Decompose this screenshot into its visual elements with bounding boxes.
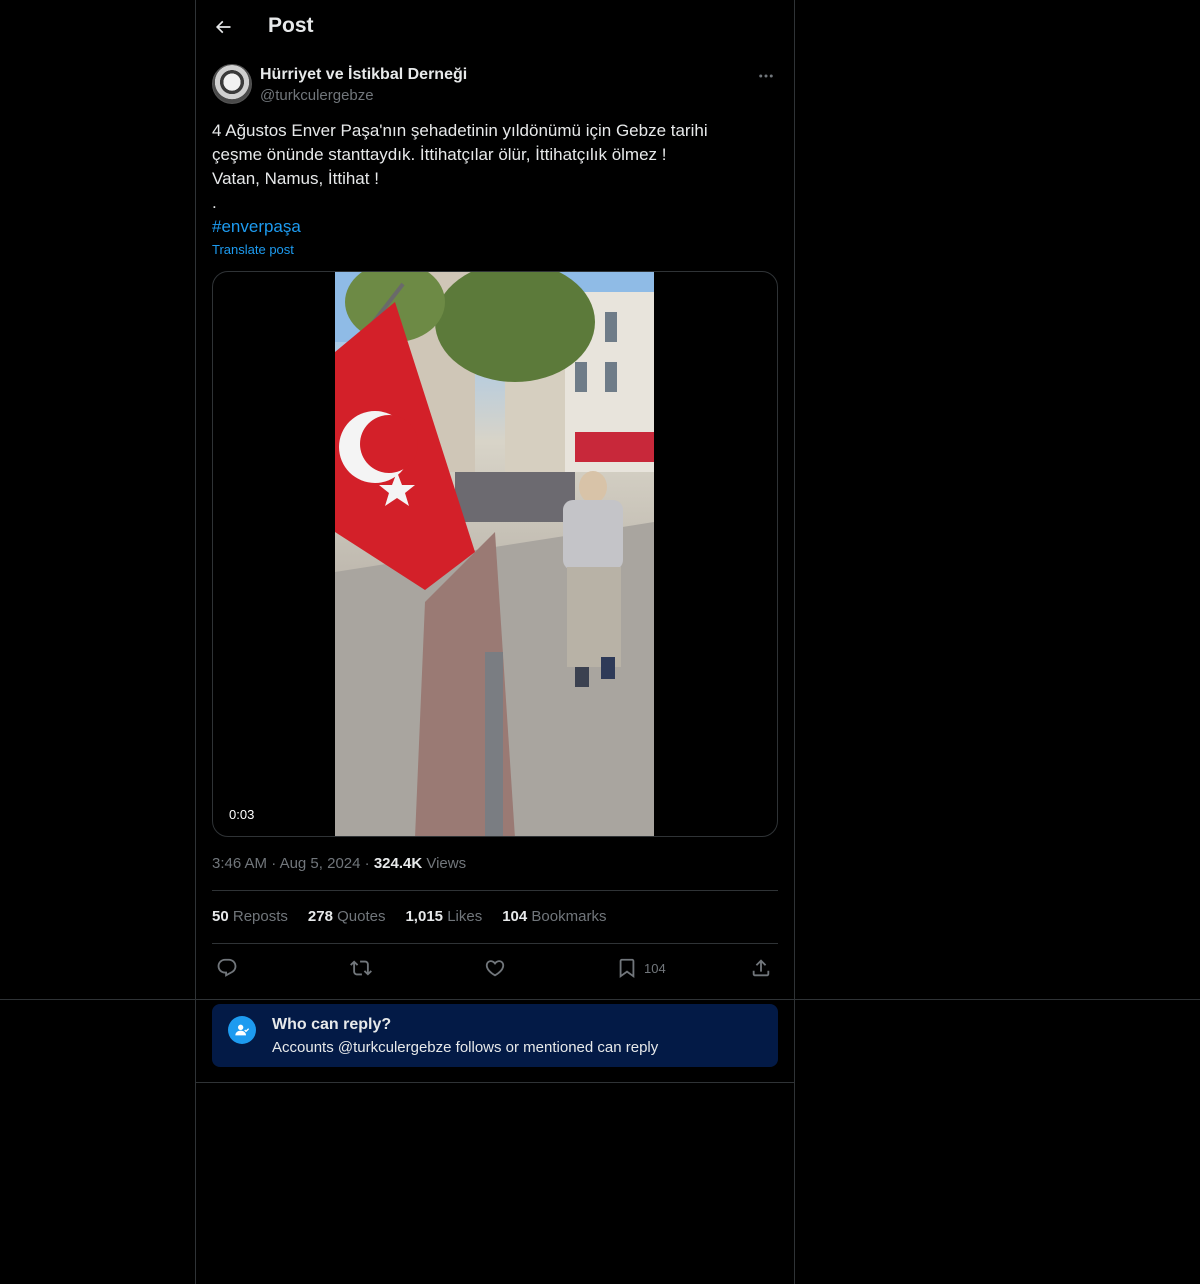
post-line: Vatan, Namus, İttihat ! [212, 169, 379, 188]
bookmarks-stat[interactable]: 104 Bookmarks [502, 908, 606, 925]
author-handle[interactable]: @turkculergebze [260, 87, 374, 104]
likes-count: 1,015 [405, 908, 444, 925]
avatar[interactable] [212, 64, 252, 104]
post-metadata: 3:46 AM · Aug 5, 2024 · 324.4K Views [212, 855, 466, 872]
reply-notice-title: Who can reply? [272, 1016, 392, 1033]
post-text: 4 Ağustos Enver Paşa'nın şehadetinin yıl… [212, 119, 778, 239]
post-line: . [212, 193, 217, 212]
separator-dot: · [271, 855, 277, 872]
post-date[interactable]: Aug 5, 2024 [280, 855, 361, 872]
post-time[interactable]: 3:46 AM [212, 855, 267, 872]
share-icon [752, 959, 770, 977]
likes-label: Likes [447, 908, 483, 925]
more-options-button[interactable] [754, 64, 778, 88]
reposts-count: 50 [212, 908, 229, 925]
views-count: 324.4K [373, 855, 423, 872]
post-line: 4 Ağustos Enver Paşa'nın şehadetinin yıl… [212, 121, 708, 140]
share-button[interactable] [750, 955, 772, 981]
page-title: Post [268, 14, 314, 37]
divider [196, 1082, 794, 1083]
bookmarks-count: 104 [502, 908, 528, 925]
reposts-label: Reposts [232, 908, 288, 925]
divider [212, 943, 778, 944]
more-horizontal-icon [759, 74, 773, 78]
engagement-stats: 50 Reposts 278 Quotes 1,015 Likes 104 Bo… [212, 908, 606, 925]
quotes-stat[interactable]: 278 Quotes [308, 908, 386, 925]
video-duration: 0:03 [225, 806, 259, 823]
divider [212, 890, 778, 891]
quotes-label: Quotes [337, 908, 386, 925]
video-thumbnail [335, 272, 654, 836]
reposts-stat[interactable]: 50 Reposts [212, 908, 288, 925]
translate-post-link[interactable]: Translate post [212, 242, 294, 257]
hashtag-link[interactable]: #enverpaşa [212, 217, 301, 236]
arrow-left-icon [215, 20, 231, 34]
likes-stat[interactable]: 1,015 Likes [405, 908, 482, 925]
action-bar: 104 [212, 955, 778, 981]
bookmark-icon [619, 958, 635, 979]
reply-restriction-notice: Who can reply? Accounts @turkculergebze … [212, 1004, 778, 1067]
post-author: Hürriyet ve İstikbal Derneği @turkculerg… [212, 64, 778, 108]
page-header: Post [196, 0, 794, 53]
separator-dot: · [364, 855, 370, 872]
post-line: çeşme önünde stanttaydık. İttihatçılar ö… [212, 145, 667, 164]
back-button[interactable] [206, 10, 240, 44]
heart-icon [485, 960, 505, 977]
quotes-count: 278 [307, 908, 333, 925]
video-player[interactable]: 0:03 [212, 271, 778, 837]
like-button[interactable] [484, 955, 506, 981]
reply-icon [217, 958, 237, 977]
bookmarks-label: Bookmarks [531, 908, 607, 925]
bookmark-button[interactable]: 104 [616, 955, 666, 981]
bookmark-count: 104 [644, 960, 666, 976]
user-check-icon [228, 1016, 256, 1044]
author-name[interactable]: Hürriyet ve İstikbal Derneği [260, 66, 467, 84]
reply-button[interactable] [216, 955, 238, 981]
video-frame [335, 272, 654, 836]
main-column: Post Hürriyet ve İstikbal Derneği @turkc… [195, 0, 795, 1284]
reply-notice-subtitle: Accounts @turkculergebze follows or ment… [272, 1039, 659, 1056]
repost-button[interactable] [350, 955, 372, 981]
views-label: Views [426, 855, 467, 872]
repost-icon [350, 960, 372, 976]
